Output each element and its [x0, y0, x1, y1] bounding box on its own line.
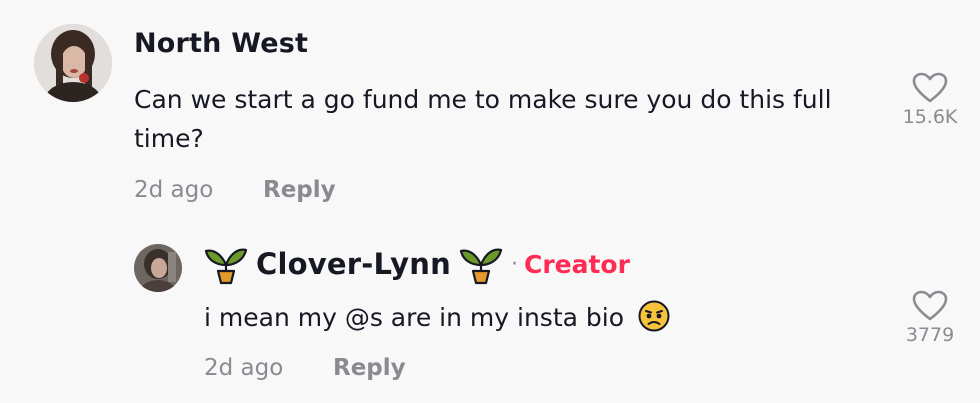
comment-like-group: 15.6K	[890, 72, 970, 128]
reply-text-row: i mean my @s are in my insta bio	[204, 298, 670, 337]
sprout-icon	[459, 248, 503, 285]
reply-like-group: 3779	[890, 290, 970, 346]
reply-name-row: Clover-Lynn · Creator	[204, 243, 630, 285]
comment-reply-button[interactable]: Reply	[263, 177, 336, 203]
profile-photo-icon	[34, 24, 112, 102]
commenter-username[interactable]: North West	[134, 28, 308, 59]
reply-avatar[interactable]	[134, 244, 182, 292]
heart-icon[interactable]	[912, 72, 948, 104]
badge-separator: ·	[510, 251, 518, 277]
worried-face-icon	[638, 300, 670, 332]
sprout-icon	[204, 248, 248, 285]
heart-icon[interactable]	[912, 290, 948, 322]
commenter-avatar[interactable]	[34, 24, 112, 102]
comment-thread: North West Can we start a go fund me to …	[0, 0, 980, 403]
creator-badge: Creator	[523, 249, 630, 279]
reply-reply-button[interactable]: Reply	[333, 355, 406, 381]
reply-like-count: 3779	[905, 324, 955, 346]
comment-timestamp: 2d ago	[134, 177, 214, 203]
reply-text: i mean my @s are in my insta bio	[204, 303, 625, 332]
profile-photo-icon	[134, 244, 182, 292]
comment-like-count: 15.6K	[902, 106, 958, 128]
reply-username[interactable]: Clover-Lynn	[256, 247, 451, 281]
reply-timestamp: 2d ago	[204, 355, 284, 381]
comment-text: Can we start a go fund me to make sure y…	[134, 85, 832, 153]
